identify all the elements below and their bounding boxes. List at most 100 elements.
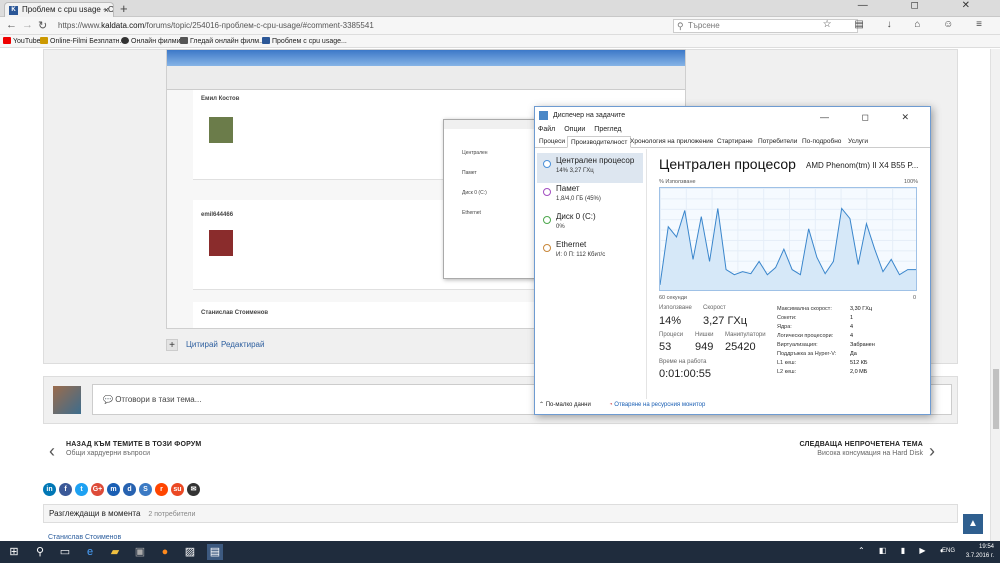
resource-memory[interactable]: Памет 1,8/4,0 ГБ (45%) xyxy=(537,181,643,211)
cpu-model: AMD Phenom(tm) II X4 B55 P... xyxy=(806,161,919,170)
ethernet-graph-icon xyxy=(543,244,551,252)
photos-icon[interactable]: ▨ xyxy=(182,544,198,560)
store-icon[interactable]: ▣ xyxy=(132,544,148,560)
reload-icon[interactable]: ↻ xyxy=(38,19,47,32)
bookmark-online-films[interactable]: Онлайн филми xyxy=(121,35,181,48)
bookmark-onlinefilmi[interactable]: Online-Filmi Безплатн... xyxy=(40,35,125,48)
tab-details[interactable]: По-подробно xyxy=(799,136,844,148)
avatar xyxy=(53,386,81,414)
fewer-details-button[interactable]: ⌃ По-малко данни xyxy=(539,397,591,414)
window-controls[interactable]: — ◻ ✕ xyxy=(858,0,990,11)
multiquote-button[interactable]: + xyxy=(166,339,178,351)
back-icon[interactable]: ← xyxy=(6,19,17,31)
youtube-icon xyxy=(3,37,11,44)
topic-navigation: ‹ НАЗАД КЪМ ТЕМИТЕ В ТОЗИ ФОРУМ Общи хар… xyxy=(43,439,943,469)
email-icon[interactable]: ✉ xyxy=(187,483,200,496)
new-tab-button[interactable]: + xyxy=(120,1,128,16)
edge-icon[interactable]: e xyxy=(82,544,98,560)
uptime-value: 0:01:00:55 xyxy=(659,368,711,380)
spec-row: L2 кеш: 2,0 МБ xyxy=(777,369,868,375)
screenshot-browser-chrome xyxy=(167,66,685,90)
myspace-icon[interactable]: m xyxy=(107,483,120,496)
kaldata-icon xyxy=(262,37,270,44)
hd-icon xyxy=(40,37,48,44)
task-manager-menu: Файл Опции Преглед xyxy=(535,124,930,136)
edit-link[interactable]: Редактирай xyxy=(221,340,264,349)
language-indicator[interactable]: ENG xyxy=(942,548,955,554)
tab-startup[interactable]: Стартиране xyxy=(714,136,756,148)
tab-title: Проблем с cpu usage - O... xyxy=(22,5,114,14)
facebook-icon[interactable]: f xyxy=(59,483,72,496)
address-bar[interactable]: https://www.kaldata.com/forums/topic/254… xyxy=(58,19,658,33)
spec-row: Виртуализация: Забранен xyxy=(777,342,875,348)
cpu-graph-svg xyxy=(660,207,916,290)
taskmanager-icon xyxy=(539,111,548,120)
viewer-link[interactable]: Станислав Стоименов xyxy=(48,534,121,541)
delicious-icon[interactable]: d xyxy=(123,483,136,496)
cpu-heading: Централен процесор xyxy=(659,156,796,172)
googleplus-icon[interactable]: G+ xyxy=(91,483,104,496)
file-explorer-icon[interactable]: ▰ xyxy=(107,544,123,560)
resource-cpu[interactable]: Централен процесор 14% 3,27 ГХц xyxy=(537,153,643,183)
menu-options[interactable]: Опции xyxy=(564,126,585,133)
resource-ethernet[interactable]: Ethernet И: 0 П: 112 Кбит/с xyxy=(537,237,643,267)
next-topic-link[interactable]: СЛЕДВАЩА НЕПРОЧЕТЕНА ТЕМА Висока консума… xyxy=(799,441,923,457)
cpu-usage-graph xyxy=(659,187,917,291)
kaldata-favicon: K xyxy=(9,6,18,15)
resource-monitor-link[interactable]: ◔ Отваряне на ресурсния монитор xyxy=(609,397,705,414)
search-icon: ⚲ xyxy=(677,21,684,31)
spec-row: Логически процесори: 4 xyxy=(777,333,854,339)
chevron-right-icon[interactable]: › xyxy=(929,441,935,462)
menu-file[interactable]: Файл xyxy=(538,126,555,133)
search-icon[interactable]: ⚲ xyxy=(32,544,48,560)
disk-graph-icon xyxy=(543,216,551,224)
linkedin-icon[interactable]: in xyxy=(43,483,56,496)
cpu-graph-icon xyxy=(543,160,551,168)
resource-list: Централен процесор 14% 3,27 ГХц Памет 1,… xyxy=(535,149,647,399)
tab-users[interactable]: Потребители xyxy=(755,136,800,148)
system-tray-icons[interactable]: ⌃ ◧ ▮ ▶ ◐ xyxy=(858,546,951,555)
firefox-icon[interactable]: ● xyxy=(157,544,173,560)
tab-app-history[interactable]: Хронология на приложение xyxy=(627,136,716,148)
digg-icon[interactable]: S xyxy=(139,483,152,496)
scrollbar-thumb[interactable] xyxy=(993,369,999,429)
cpu-usage-area xyxy=(660,208,916,290)
prev-topic-link[interactable]: НАЗАД КЪМ ТЕМИТЕ В ТОЗИ ФОРУМ Общи харду… xyxy=(66,441,201,457)
bookmark-watch-online[interactable]: Гледай онлайн филм... xyxy=(180,35,265,48)
forward-icon[interactable]: → xyxy=(22,19,33,31)
windows-start-icon[interactable]: ⊞ xyxy=(6,544,22,560)
processes-value: 53 xyxy=(659,341,672,353)
cpu-speed-value: 3,27 ГХц xyxy=(703,315,748,327)
screenshot-avatar xyxy=(209,117,233,143)
film-icon xyxy=(121,37,129,44)
twitter-icon[interactable]: t xyxy=(75,483,88,496)
tab-services[interactable]: Услуги xyxy=(845,136,871,148)
task-manager-titlebar[interactable]: Диспечер на задачите — ◻ ✕ xyxy=(535,107,930,124)
toolbar-icons[interactable]: ☆ ▤ ↓ ⌂ ☺ ≡ xyxy=(823,19,992,30)
taskmanager-taskbar-icon[interactable]: ▤ xyxy=(207,544,223,560)
usage-axis-label: % Използване xyxy=(659,179,696,185)
chevron-left-icon[interactable]: ‹ xyxy=(49,441,55,462)
bookmark-cpu-usage[interactable]: Проблем с cpu usage... xyxy=(262,35,347,48)
page-scrollbar[interactable] xyxy=(990,49,1000,541)
tab-performance[interactable]: Производителност xyxy=(567,136,632,148)
spec-row: Максимална скорост: 3,30 ГХц xyxy=(777,306,873,312)
bookmark-youtube[interactable]: YouTube xyxy=(3,35,41,48)
threads-value: 949 xyxy=(695,341,714,353)
stumbleupon-icon[interactable]: su xyxy=(171,483,184,496)
tab-processes[interactable]: Процеси xyxy=(536,136,568,148)
task-view-icon[interactable]: ▭ xyxy=(57,544,73,560)
task-manager-footer: ⌃ По-малко данни ◔ Отваряне на ресурсния… xyxy=(535,397,930,414)
browser-tab[interactable]: K Проблем с cpu usage - O... × xyxy=(4,2,114,17)
quote-link[interactable]: Цитирай xyxy=(186,340,218,349)
task-manager-tabs: Процеси Производителност Хронология на п… xyxy=(535,136,930,148)
reddit-icon[interactable]: r xyxy=(155,483,168,496)
menu-view[interactable]: Преглед xyxy=(594,126,621,133)
max-axis-label: 100% xyxy=(904,179,919,185)
clock[interactable]: 19:54 3.7.2016 г. xyxy=(966,543,994,561)
scroll-to-top-button[interactable]: ▲ xyxy=(963,514,983,534)
close-tab-icon[interactable]: × xyxy=(104,3,109,17)
spec-row: Сокети: 1 xyxy=(777,315,854,321)
viewing-now-bar: Разглеждащи в момента 2 потребители xyxy=(43,504,958,523)
resource-disk[interactable]: Диск 0 (C:) 0% xyxy=(537,209,643,239)
